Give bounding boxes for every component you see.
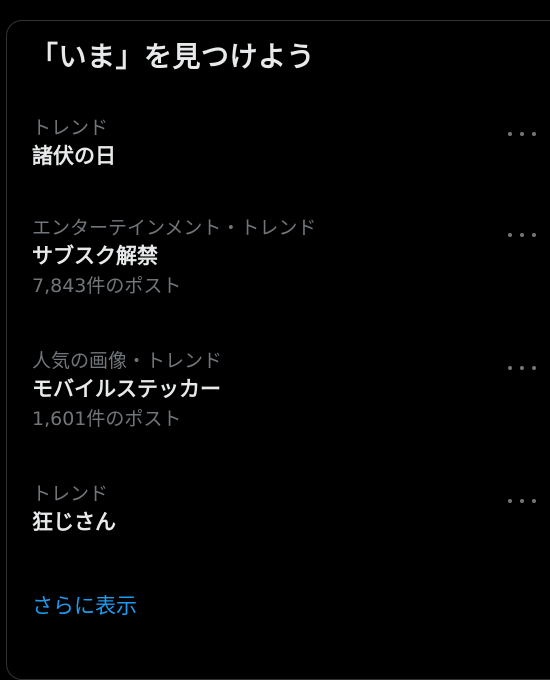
dot (520, 132, 524, 136)
more-options-icon[interactable] (508, 124, 536, 144)
dot (532, 366, 536, 370)
trend-name: 諸伏の日 (32, 144, 116, 168)
trend-name: 狂じさん (32, 510, 116, 534)
more-options-icon[interactable] (508, 358, 536, 378)
dot (520, 499, 524, 503)
trend-category: トレンド (32, 117, 109, 139)
trend-name: サブスク解禁 (32, 244, 158, 268)
trend-post-count: 7,843件のポスト (32, 275, 182, 297)
dot (520, 366, 524, 370)
trend-item[interactable]: エンターテインメント・トレンド サブスク解禁 7,843件のポスト (32, 215, 542, 301)
trend-category: エンターテインメント・トレンド (32, 217, 317, 239)
trend-category: トレンド (32, 483, 109, 505)
dot (532, 233, 536, 237)
dot (508, 233, 512, 237)
trend-post-count: 1,601件のポスト (32, 408, 182, 430)
dot (520, 233, 524, 237)
more-options-icon[interactable] (508, 491, 536, 511)
trend-name: モバイルステッカー (32, 377, 221, 401)
trend-category: 人気の画像・トレンド (32, 350, 223, 372)
dot (508, 366, 512, 370)
dot (532, 132, 536, 136)
dot (508, 499, 512, 503)
more-options-icon[interactable] (508, 225, 536, 245)
show-more-link[interactable]: さらに表示 (32, 590, 137, 620)
panel-title: 「いま」を見つけよう (30, 40, 316, 73)
dot (532, 499, 536, 503)
trend-item[interactable]: トレンド 狂じさん (32, 481, 542, 537)
trend-item[interactable]: 人気の画像・トレンド モバイルステッカー 1,601件のポスト (32, 348, 542, 434)
dot (508, 132, 512, 136)
trend-item[interactable]: トレンド 諸伏の日 (32, 115, 542, 171)
